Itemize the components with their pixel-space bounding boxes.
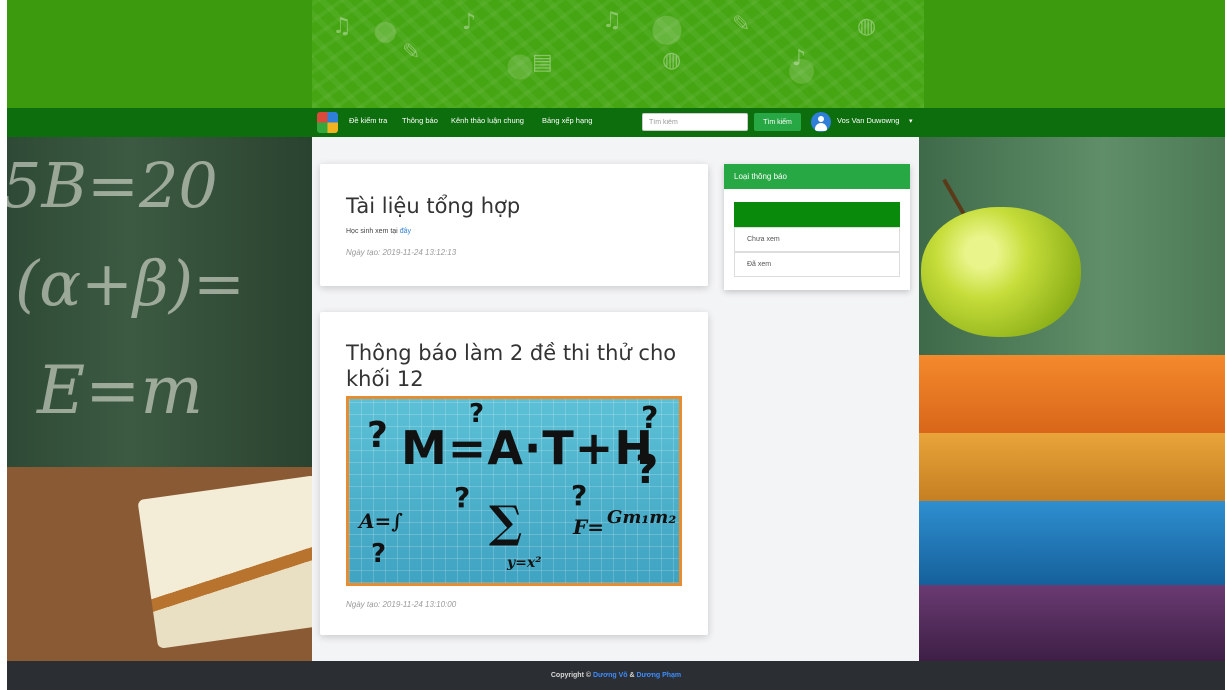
main-content: Tài liệu tổng hợp Học sinh xem tại đây N…: [312, 137, 919, 661]
footer: Copyright © Dương Võ & Dương Phạm: [7, 661, 1225, 690]
user-menu-name[interactable]: Vos Van Duwowng: [837, 116, 899, 125]
navbar-inner: Đề kiểm tra Thông báo Kênh thảo luận chu…: [317, 108, 927, 137]
search-input[interactable]: [642, 113, 748, 131]
pencil-icon: ✎: [402, 40, 421, 65]
formula-decoration: y=x²: [507, 555, 542, 571]
book-yellow: [919, 433, 1225, 501]
apple-image: [921, 207, 1081, 337]
sidebar-title: Loại thông báo: [724, 164, 910, 189]
music-note-icon: ♪: [792, 46, 807, 71]
user-avatar-icon[interactable]: [811, 112, 831, 132]
globe-icon: ◍: [662, 48, 682, 73]
filter-item-all[interactable]: Tất cả: [734, 202, 900, 227]
post-title[interactable]: Thông báo làm 2 đề thi thử cho khối 12: [346, 340, 686, 392]
nav-link-thong-bao[interactable]: Thông báo: [402, 116, 438, 125]
navbar: Đề kiểm tra Thông báo Kênh thảo luận chu…: [7, 108, 1225, 137]
background-left-chalkboard: 5B=20 (α+β)= E=m: [7, 137, 312, 661]
footer-copyright: Copyright © Dương Võ & Dương Phạm: [551, 672, 681, 679]
filter-item-read[interactable]: Đã xem: [734, 252, 900, 277]
post-date: Ngày tạo: 2019-11-24 13:10:00: [346, 600, 457, 609]
footer-author-link[interactable]: Dương Phạm: [636, 672, 681, 679]
filter-item-unread[interactable]: Chưa xem: [734, 227, 900, 252]
formula-decoration: F=: [573, 515, 604, 539]
post-link[interactable]: đây: [400, 228, 411, 235]
background-right-apple-books: [919, 137, 1225, 661]
music-note-icon: ♪: [462, 10, 477, 35]
book-blue: [919, 501, 1225, 585]
question-mark-decoration: ?: [371, 539, 387, 569]
post-card[interactable]: Thông báo làm 2 đề thi thử cho khối 12 ?…: [320, 312, 708, 635]
banner-image: ♫ ✎ ♪ ▤ ♫ ◍ ✎ ♪ ◍: [312, 0, 924, 108]
music-note-icon: ♫: [602, 8, 622, 33]
footer-author-link[interactable]: Dương Võ: [593, 672, 628, 679]
footer-prefix: Copyright ©: [550, 672, 593, 679]
post-date: Ngày tạo: 2019-11-24 13:12:13: [346, 248, 457, 257]
question-mark-decoration: ?: [454, 481, 471, 514]
open-book-image: [137, 475, 312, 649]
formula-decoration: Gm₁m₂: [607, 507, 677, 528]
chalk-drawing: E=m: [37, 352, 204, 429]
nav-link-kenh-thao-luan[interactable]: Kênh thảo luận chung: [451, 116, 524, 125]
chalk-drawing: 5B=20: [7, 149, 218, 222]
music-note-icon: ♫: [332, 14, 352, 39]
post-card[interactable]: Tài liệu tổng hợp Học sinh xem tại đây N…: [320, 164, 708, 286]
ball-icon: ◍: [857, 14, 877, 39]
header-banner: ♫ ✎ ♪ ▤ ♫ ◍ ✎ ♪ ◍: [7, 0, 1225, 108]
book-icon: ▤: [532, 50, 553, 75]
sidebar-filter-card: Loại thông báo Tất cả Chưa xem Đã xem: [724, 164, 910, 290]
pencil-icon: ✎: [732, 12, 751, 37]
question-mark-decoration: ?: [571, 479, 588, 512]
question-mark-decoration: ?: [367, 415, 388, 456]
apple-stem: [942, 178, 966, 216]
post-text: Học sinh xem tại đây: [346, 228, 411, 235]
book-purple: [919, 585, 1225, 661]
search-button[interactable]: Tìm kiếm: [754, 113, 801, 131]
chevron-down-icon[interactable]: ▾: [909, 117, 913, 125]
chalk-drawing: (α+β)=: [15, 247, 245, 320]
sum-symbol-decoration: ∑: [489, 497, 523, 548]
site-logo[interactable]: [317, 112, 338, 133]
post-image: ? ? ? ? M=A·T+H ? ? ? A=∫ ∑ F= Gm₁m₂ y=x…: [346, 396, 682, 586]
nav-link-de-kiem-tra[interactable]: Đề kiểm tra: [349, 116, 387, 125]
post-text-prefix: Học sinh xem tại: [346, 228, 400, 235]
nav-link-bang-xep-hang[interactable]: Bảng xếp hạng: [542, 116, 592, 125]
book-orange: [919, 355, 1225, 433]
post-title[interactable]: Tài liệu tổng hợp: [346, 193, 520, 219]
formula-decoration: A=∫: [359, 509, 403, 533]
post-image-title: M=A·T+H: [401, 421, 654, 475]
